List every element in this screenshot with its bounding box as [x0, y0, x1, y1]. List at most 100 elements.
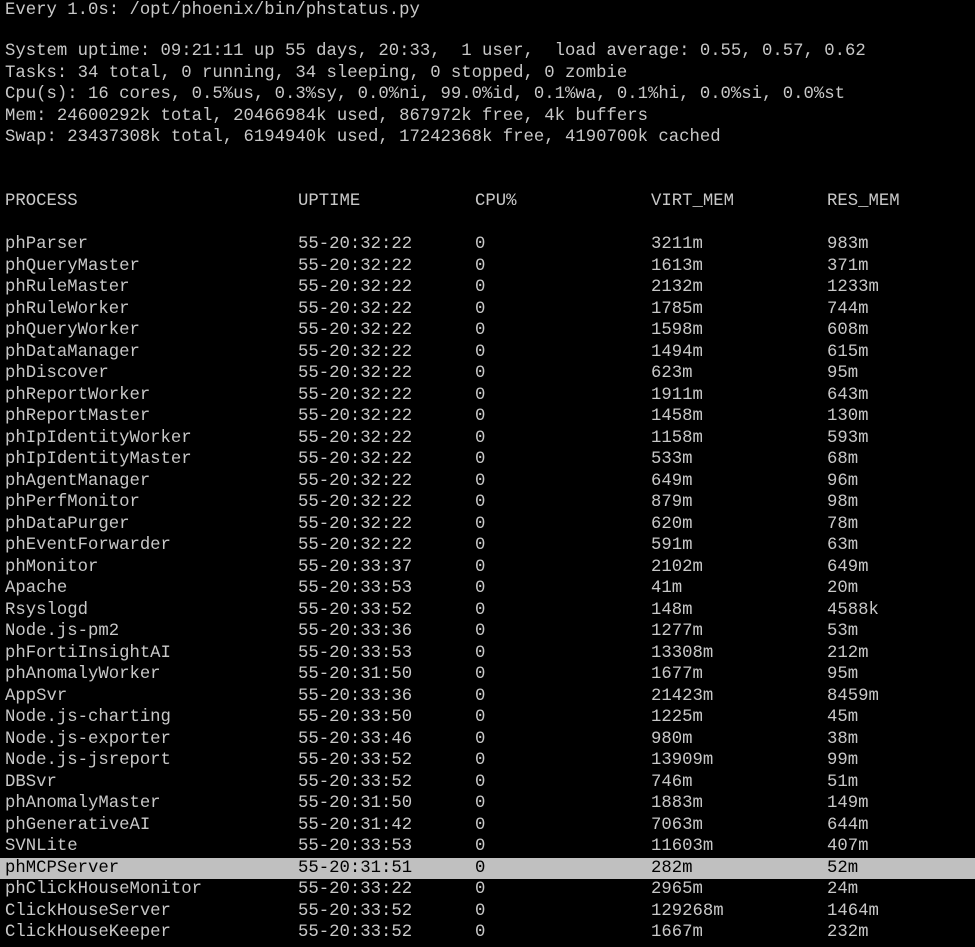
table-row: Node.js-charting 55-20:33:50 0 1225m 45m: [0, 707, 975, 729]
table-row: phRuleMaster 55-20:32:22 0 2132m 1233m: [0, 277, 975, 299]
res-mem-cell: 407m: [827, 837, 869, 856]
process-name-cell: phRuleWorker: [5, 299, 130, 319]
table-row: phIpIdentityWorker 55-20:32:22 0 1158m 593m: [0, 428, 975, 450]
cpu-cell: 0: [475, 256, 486, 276]
virt-mem-cell: 1277m: [651, 622, 703, 641]
virt-mem-cell: 129268m: [651, 901, 724, 921]
column-header-res-mem: RES_MEM: [827, 192, 900, 211]
res-mem-cell: 644m: [827, 815, 869, 835]
table-row: ClickHouseServer 55-20:33:52 0 129268m 1464m: [0, 901, 975, 923]
uptime-cell: 55-20:32:22: [298, 385, 413, 405]
cpu-cell: 0: [475, 579, 486, 598]
uptime-cell: 55-20:32:22: [298, 235, 413, 254]
swap-line: Swap: 23437308k total, 6194940k used, 17…: [5, 128, 721, 147]
cpu-cell: 0: [475, 858, 486, 878]
uptime-cell: 55-20:32:22: [298, 342, 413, 362]
virt-mem-cell: 41m: [651, 579, 683, 598]
table-row: phParser 55-20:32:22 0 3211m 983m: [0, 234, 975, 256]
table-row: phDataPurger 55-20:32:22 0 620m 78m: [0, 514, 975, 536]
uptime-cell: 55-20:31:42: [298, 815, 413, 835]
virt-mem-cell: 649m: [651, 471, 693, 491]
cpu-cell: 0: [475, 364, 486, 383]
virt-mem-cell: 1158m: [651, 428, 703, 448]
cpu-cell: 0: [475, 557, 486, 577]
process-name-cell: Apache: [5, 579, 68, 598]
res-mem-cell: 52m: [827, 858, 859, 878]
uptime-cell: 55-20:32:22: [298, 278, 413, 297]
res-mem-cell: 53m: [827, 622, 859, 641]
tasks-line: Tasks: 34 total, 0 running, 34 sleeping,…: [5, 63, 628, 83]
uptime-cell: 55-20:32:22: [298, 536, 413, 555]
res-mem-cell: 608m: [827, 321, 869, 340]
virt-mem-cell: 533m: [651, 450, 693, 469]
cpu-cell: 0: [475, 643, 486, 663]
virt-mem-cell: 2132m: [651, 278, 703, 297]
virt-mem-cell: 148m: [651, 600, 693, 620]
virt-mem-cell: 3211m: [651, 235, 703, 254]
cpu-cell: 0: [475, 923, 486, 942]
process-name-cell: phDataPurger: [5, 514, 130, 534]
table-row: Node.js-exporter 55-20:33:46 0 980m 38m: [0, 729, 975, 751]
table-row: phReportWorker 55-20:32:22 0 1911m 643m: [0, 385, 975, 407]
cpu-cell: 0: [475, 493, 486, 512]
process-name-cell: phRuleMaster: [5, 278, 130, 297]
res-mem-cell: 20m: [827, 579, 859, 598]
cpu-cell: 0: [475, 665, 486, 684]
cpu-cell: 0: [475, 794, 486, 813]
column-header-virt-mem: VIRT_MEM: [651, 192, 734, 211]
virt-mem-cell: 1458m: [651, 407, 703, 426]
process-name-cell: phFortiInsightAI: [5, 643, 171, 663]
virt-mem-cell: 1677m: [651, 665, 703, 684]
cpu-cell: 0: [475, 880, 486, 899]
res-mem-cell: 593m: [827, 428, 869, 448]
table-row: AppSvr 55-20:33:36 0 21423m 8459m: [0, 686, 975, 708]
uptime-cell: 55-20:33:37: [298, 557, 413, 577]
table-row: DBSvr 55-20:33:52 0 746m 51m: [0, 772, 975, 794]
table-row: phAnomalyMaster 55-20:31:50 0 1883m 149m: [0, 793, 975, 815]
virt-mem-cell: 2965m: [651, 880, 703, 899]
res-mem-cell: 96m: [827, 471, 859, 491]
process-name-cell: phMCPServer: [5, 858, 120, 878]
uptime-cell: 55-20:32:22: [298, 321, 413, 340]
process-name-cell: phPerfMonitor: [5, 493, 140, 512]
uptime-cell: 55-20:33:46: [298, 729, 413, 749]
cpu-line: Cpu(s): 16 cores, 0.5%us, 0.3%sy, 0.0%ni…: [5, 85, 846, 104]
virt-mem-cell: 21423m: [651, 686, 714, 706]
uptime-cell: 55-20:32:22: [298, 299, 413, 319]
table-row: phFortiInsightAI 55-20:33:53 0 13308m 212m: [0, 643, 975, 665]
uptime-cell: 55-20:32:22: [298, 256, 413, 276]
process-table-body: phParser 55-20:32:22 0 3211m 983m phQueryMast…: [0, 234, 975, 944]
res-mem-cell: 78m: [827, 514, 859, 534]
res-mem-cell: 45m: [827, 708, 859, 727]
virt-mem-cell: 620m: [651, 514, 693, 534]
table-row: Rsyslogd 55-20:33:52 0 148m 4588k: [0, 600, 975, 622]
table-row: Node.js-jsreport 55-20:33:52 0 13909m 99m: [0, 750, 975, 772]
uptime-cell: 55-20:33:36: [298, 622, 413, 641]
process-name-cell: phGenerativeAI: [5, 815, 151, 835]
process-name-cell: phAnomalyWorker: [5, 665, 161, 684]
cpu-cell: 0: [475, 772, 486, 792]
cpu-cell: 0: [475, 450, 486, 469]
cpu-cell: 0: [475, 837, 486, 856]
cpu-cell: 0: [475, 729, 486, 749]
uptime-cell: 55-20:32:22: [298, 493, 413, 512]
process-table-header: PROCESS UPTIME CPU% VIRT_MEM RES_MEM: [0, 191, 975, 213]
uptime-cell: 55-20:33:50: [298, 708, 413, 727]
virt-mem-cell: 1883m: [651, 794, 703, 813]
res-mem-cell: 95m: [827, 665, 859, 684]
res-mem-cell: 1464m: [827, 901, 879, 921]
memory-line: Mem: 24600292k total, 20466984k used, 86…: [5, 106, 648, 126]
virt-mem-cell: 623m: [651, 364, 693, 383]
process-name-cell: phDiscover: [5, 364, 109, 383]
virt-mem-cell: 282m: [651, 858, 693, 878]
system-uptime-line: System uptime: 09:21:11 up 55 days, 20:3…: [5, 42, 866, 61]
cpu-cell: 0: [475, 536, 486, 555]
uptime-cell: 55-20:33:53: [298, 643, 413, 663]
column-header-cpu: CPU%: [475, 192, 517, 211]
process-name-cell: phQueryMaster: [5, 256, 140, 276]
process-name-cell: phIpIdentityWorker: [5, 428, 192, 448]
uptime-cell: 55-20:33:52: [298, 772, 413, 792]
res-mem-cell: 649m: [827, 557, 869, 577]
process-name-cell: phReportMaster: [5, 407, 151, 426]
cpu-cell: 0: [475, 514, 486, 534]
